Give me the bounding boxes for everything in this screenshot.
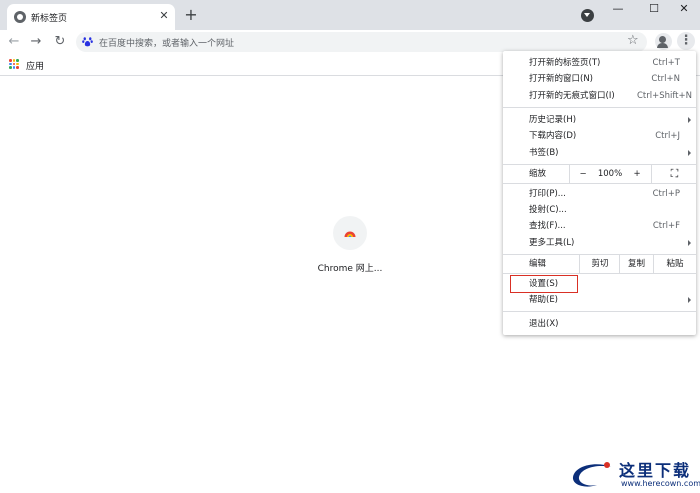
apps-grid-icon[interactable]	[9, 59, 19, 69]
menu-item-label: 历史记录(H)	[529, 115, 577, 125]
tab-new-tab[interactable]: 新标签页 ✕	[7, 4, 175, 30]
window-close-button[interactable]: ✕	[666, 0, 700, 20]
shortcut-tile[interactable]	[333, 216, 367, 250]
menu-divider	[579, 255, 580, 273]
menu-item-shortcut: Ctrl+P	[652, 189, 680, 199]
menu-item-cast[interactable]: 投射(C)...	[503, 202, 696, 218]
tab-title: 新标签页	[31, 14, 68, 24]
forward-button[interactable]: →	[27, 33, 45, 51]
menu-item-shortcut: Ctrl+Shift+N	[636, 91, 692, 101]
watermark-swirl-icon	[572, 462, 611, 487]
menu-divider	[503, 311, 696, 312]
minimize-button[interactable]: —	[600, 0, 636, 20]
zoom-out-button[interactable]: −	[575, 165, 591, 183]
omnibox[interactable]: 在百度中搜索，或者输入一个网址 ☆	[76, 32, 647, 52]
menu-item-shortcut: Ctrl+N	[651, 74, 680, 84]
menu-divider	[569, 165, 570, 183]
tab-strip: 新标签页 ✕ + — ☐ ✕	[0, 0, 700, 30]
tab-search-icon[interactable]	[581, 9, 594, 22]
zoom-label: 缩放	[529, 169, 547, 179]
new-tab-button[interactable]: +	[181, 5, 201, 25]
settings-highlight-box	[510, 275, 578, 293]
back-button[interactable]: ←	[5, 33, 23, 51]
menu-item-shortcut: Ctrl+T	[652, 58, 680, 68]
menu-item-label: 书签(B)	[529, 148, 559, 158]
menu-item-label: 打开新的无痕式窗口(I)	[529, 91, 615, 101]
menu-item-label: 查找(F)...	[529, 221, 566, 231]
menu-item-find[interactable]: 查找(F)... Ctrl+F	[503, 218, 696, 234]
paste-button[interactable]: 粘贴	[654, 255, 696, 273]
shortcut-label: Chrome 网上...	[317, 264, 383, 274]
chrome-favicon-icon	[14, 11, 26, 23]
menu-item-label: 投射(C)...	[529, 205, 567, 215]
menu-divider	[651, 165, 652, 183]
menu-item-shortcut: Ctrl+F	[652, 221, 680, 231]
chrome-web-store-icon	[344, 231, 356, 237]
menu-item-incognito[interactable]: 打开新的无痕式窗口(I) Ctrl+Shift+N	[503, 88, 696, 104]
menu-row-zoom: 缩放 − 100% + ⛶	[503, 165, 696, 183]
watermark-logo: 这里下载 www.herecown.com	[567, 455, 700, 491]
apps-bookmark-label[interactable]: 应用	[26, 59, 44, 72]
watermark-url: www.herecown.com	[621, 479, 700, 488]
menu-item-more-tools[interactable]: 更多工具(L)	[503, 235, 696, 251]
menu-item-new-tab[interactable]: 打开新的标签页(T) Ctrl+T	[503, 55, 696, 71]
menu-item-downloads[interactable]: 下载内容(D) Ctrl+J	[503, 128, 696, 144]
menu-item-help[interactable]: 帮助(E)	[503, 292, 696, 308]
submenu-arrow-icon	[688, 117, 691, 123]
omnibox-placeholder: 在百度中搜索，或者输入一个网址	[99, 39, 235, 49]
close-tab-icon[interactable]: ✕	[157, 7, 171, 25]
menu-item-label: 退出(X)	[529, 319, 559, 329]
fullscreen-icon[interactable]: ⛶	[653, 165, 696, 183]
menu-divider	[503, 107, 696, 108]
menu-divider	[653, 255, 654, 273]
menu-divider	[503, 183, 696, 184]
menu-item-label: 打开新的窗口(N)	[529, 74, 593, 84]
copy-button[interactable]: 复制	[620, 255, 653, 273]
menu-row-edit: 编辑 剪切 复制 粘贴	[503, 255, 696, 273]
menu-item-history[interactable]: 历史记录(H)	[503, 112, 696, 128]
zoom-in-button[interactable]: +	[629, 165, 645, 183]
menu-item-label: 帮助(E)	[529, 295, 559, 305]
reload-button[interactable]: ↻	[51, 33, 69, 51]
menu-item-new-window[interactable]: 打开新的窗口(N) Ctrl+N	[503, 71, 696, 87]
menu-item-label: 打开新的标签页(T)	[529, 58, 601, 68]
profile-avatar-button[interactable]	[655, 33, 672, 50]
baidu-paw-icon	[82, 37, 93, 47]
bookmark-star-icon[interactable]: ☆	[627, 33, 639, 48]
edit-label: 编辑	[529, 259, 547, 269]
watermark-text: 这里下载	[619, 461, 692, 480]
menu-item-label: 打印(P)...	[529, 189, 566, 199]
submenu-arrow-icon	[688, 150, 691, 156]
menu-item-label: 下载内容(D)	[529, 131, 577, 141]
menu-item-bookmarks[interactable]: 书签(B)	[503, 145, 696, 161]
menu-item-print[interactable]: 打印(P)... Ctrl+P	[503, 186, 696, 202]
menu-divider	[503, 273, 696, 274]
menu-divider	[619, 255, 620, 273]
cut-button[interactable]: 剪切	[580, 255, 620, 273]
menu-item-exit[interactable]: 退出(X)	[503, 316, 696, 332]
zoom-level: 100%	[597, 169, 623, 179]
menu-item-shortcut: Ctrl+J	[655, 131, 680, 141]
menu-item-label: 更多工具(L)	[529, 238, 575, 248]
chrome-menu-button[interactable]: ⋮	[677, 32, 695, 50]
submenu-arrow-icon	[688, 240, 691, 246]
submenu-arrow-icon	[688, 297, 691, 303]
